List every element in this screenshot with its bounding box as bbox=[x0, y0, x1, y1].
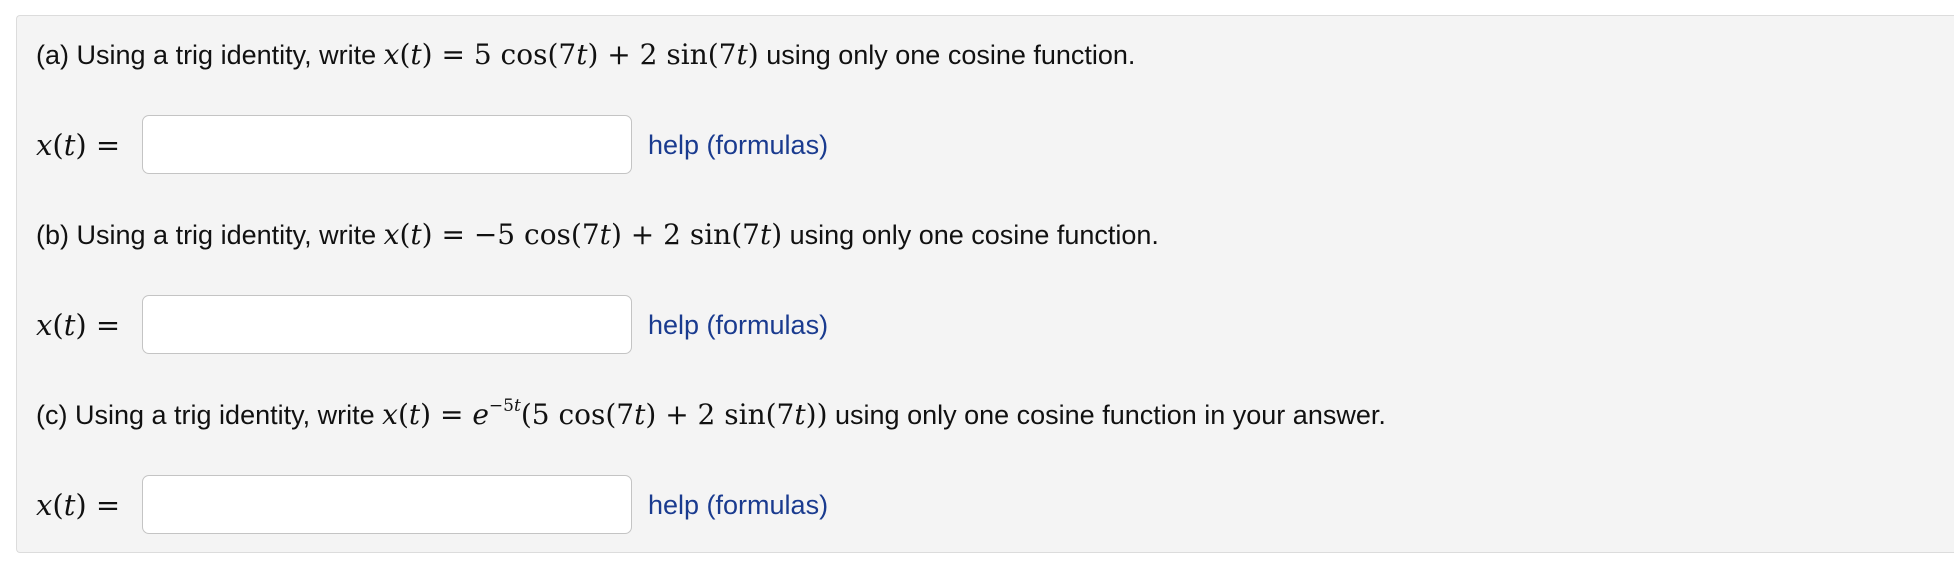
problem-panel: (a) Using a trig identity, write x(t) = … bbox=[16, 15, 1954, 553]
part-b: (b) Using a trig identity, write x(t) = … bbox=[36, 215, 1159, 255]
part-b-question: (b) Using a trig identity, write x(t) = … bbox=[36, 215, 1159, 255]
part-a-help-link[interactable]: help (formulas) bbox=[648, 127, 828, 163]
part-a-prefix: Using a trig identity, write bbox=[76, 40, 377, 70]
part-b-label: (b) bbox=[36, 220, 69, 250]
part-b-answer-input[interactable] bbox=[142, 295, 632, 354]
part-c-answer-input[interactable] bbox=[142, 475, 632, 534]
part-c-answer-lhs: x(t) = bbox=[36, 488, 121, 522]
part-c-formula: x(t) = e−5t(5 cos(7t) + 2 sin(7t)) bbox=[382, 396, 828, 432]
part-b-prefix: Using a trig identity, write bbox=[76, 220, 377, 250]
part-c-prefix: Using a trig identity, write bbox=[75, 400, 375, 430]
part-a-formula: x(t) = 5 cos(7t) + 2 sin(7t) bbox=[383, 38, 759, 71]
part-b-formula: x(t) = −5 cos(7t) + 2 sin(7t) bbox=[383, 218, 783, 251]
part-c-label: (c) bbox=[36, 400, 68, 430]
part-c-suffix: using only one cosine function in your a… bbox=[835, 400, 1386, 430]
part-a-label: (a) bbox=[36, 40, 69, 70]
part-b-help-link[interactable]: help (formulas) bbox=[648, 307, 828, 343]
part-a: (a) Using a trig identity, write x(t) = … bbox=[36, 35, 1135, 75]
part-a-suffix: using only one cosine function. bbox=[766, 40, 1136, 70]
part-a-question: (a) Using a trig identity, write x(t) = … bbox=[36, 35, 1135, 75]
part-b-answer-lhs: x(t) = bbox=[36, 308, 121, 342]
part-b-suffix: using only one cosine function. bbox=[789, 220, 1159, 250]
part-a-answer-input[interactable] bbox=[142, 115, 632, 174]
part-c-help-link[interactable]: help (formulas) bbox=[648, 487, 828, 523]
part-c: (c) Using a trig identity, write x(t) = … bbox=[36, 395, 1386, 435]
part-a-answer-lhs: x(t) = bbox=[36, 128, 121, 162]
part-c-question: (c) Using a trig identity, write x(t) = … bbox=[36, 395, 1386, 435]
